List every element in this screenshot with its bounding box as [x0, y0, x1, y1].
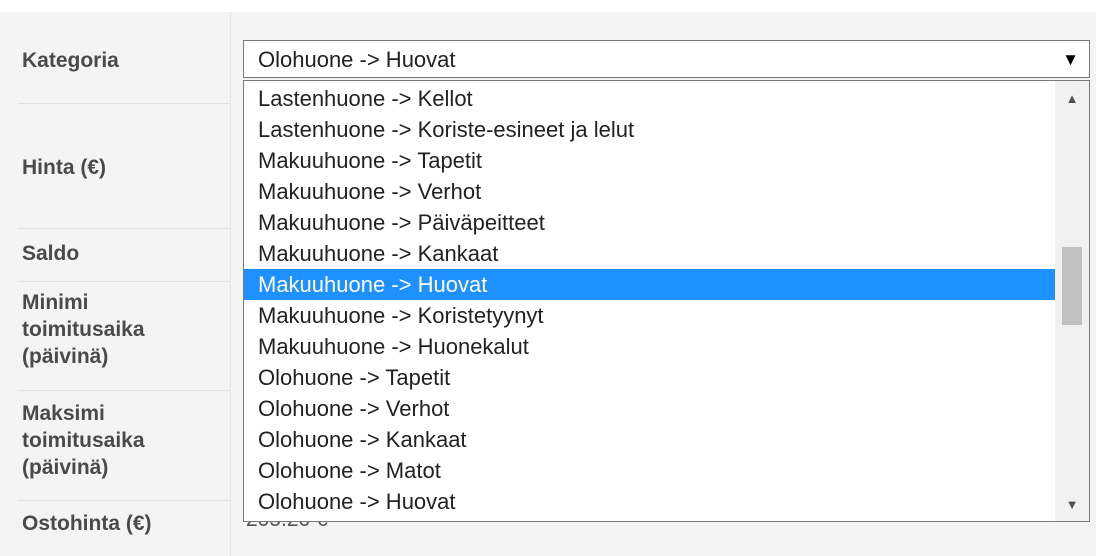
label-saldo: Saldo: [22, 242, 80, 265]
option-list: Lastenhuone -> Kellot Lastenhuone -> Kori…: [244, 83, 1056, 517]
dropdown-option[interactable]: Lastenhuone -> Koriste-esineet ja lelut: [244, 114, 1056, 145]
scroll-down-arrow-icon[interactable]: ▼: [1055, 493, 1089, 517]
label-line: (päivinä): [22, 456, 109, 479]
dropdown-option[interactable]: Olohuone -> Tapetit: [244, 362, 1056, 393]
dropdown-option[interactable]: Lastenhuone -> Kellot: [244, 83, 1056, 114]
label-hinta: Hinta (€): [22, 156, 106, 179]
select-current-value: Olohuone -> Huovat: [258, 47, 456, 72]
label-line: Minimi: [22, 291, 89, 314]
row-divider: [18, 281, 230, 282]
label-kategoria: Kategoria: [22, 49, 119, 72]
dropdown-option-highlighted[interactable]: Makuuhuone -> Huovat: [244, 269, 1056, 300]
label-line: Maksimi: [22, 402, 105, 425]
scrollbar-thumb[interactable]: [1062, 247, 1082, 325]
scroll-up-arrow-icon[interactable]: ▲: [1055, 87, 1089, 111]
row-divider: [18, 500, 230, 501]
dropdown-option[interactable]: Makuuhuone -> Huonekalut: [244, 331, 1056, 362]
dropdown-option[interactable]: Olohuone -> Kankaat: [244, 424, 1056, 455]
dropdown-option[interactable]: Makuuhuone -> Tapetit: [244, 145, 1056, 176]
dropdown-option[interactable]: Olohuone -> Verhot: [244, 393, 1056, 424]
label-ostohinta: Ostohinta (€): [22, 512, 152, 535]
top-band: [0, 0, 1096, 12]
dropdown-arrow-icon[interactable]: ▼: [1062, 50, 1079, 70]
kategoria-dropdown-list[interactable]: Lastenhuone -> Kellot Lastenhuone -> Kori…: [243, 80, 1090, 522]
label-minimi-toimitusaika: Minimi toimitusaika (päivinä): [22, 289, 222, 370]
label-line: toimitusaika: [22, 318, 145, 341]
column-divider: [230, 12, 231, 556]
label-line: (päivinä): [22, 345, 109, 368]
dropdown-option[interactable]: Olohuone -> Huovat: [244, 486, 1056, 517]
dropdown-option[interactable]: Makuuhuone -> Päiväpeitteet: [244, 207, 1056, 238]
row-divider: [18, 390, 230, 391]
dropdown-scrollbar[interactable]: ▲ ▼: [1055, 81, 1089, 521]
kategoria-select[interactable]: Olohuone -> Huovat ▼: [243, 40, 1090, 78]
label-maksimi-toimitusaika: Maksimi toimitusaika (päivinä): [22, 400, 222, 481]
dropdown-option[interactable]: Makuuhuone -> Verhot: [244, 176, 1056, 207]
row-divider: [18, 103, 230, 104]
dropdown-option[interactable]: Olohuone -> Matot: [244, 455, 1056, 486]
row-divider: [18, 228, 230, 229]
dropdown-option[interactable]: Makuuhuone -> Kankaat: [244, 238, 1056, 269]
dropdown-option[interactable]: Makuuhuone -> Koristetyynyt: [244, 300, 1056, 331]
label-line: toimitusaika: [22, 429, 145, 452]
